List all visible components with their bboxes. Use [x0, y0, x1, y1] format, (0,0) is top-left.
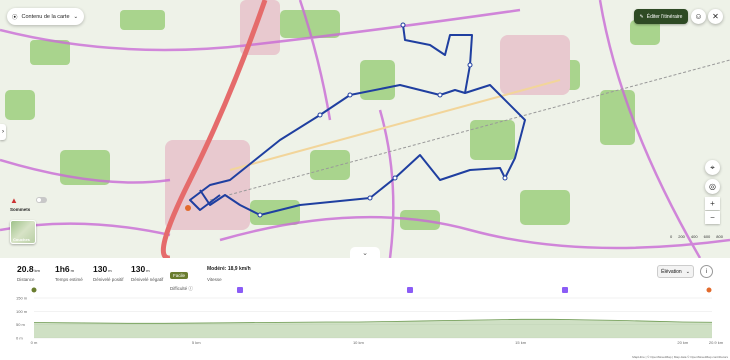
- peaks-toggle-group: ▲ Sommets: [10, 196, 52, 212]
- elevation-dropdown[interactable]: Élévation ⌄: [657, 265, 694, 278]
- end-marker-icon: [706, 287, 712, 293]
- map-canvas: [0, 0, 730, 258]
- stat-time: 1h6m Temps estimé: [55, 264, 83, 282]
- time-label: Temps estimé: [55, 277, 83, 282]
- x-tick-label: 10 km: [353, 340, 365, 345]
- scale-bar: 0 200 400 600 800: [670, 234, 723, 239]
- mountain-icon: ▲: [10, 196, 18, 205]
- y-tick-label: 100 m: [16, 309, 28, 314]
- x-tick-label: 5 km: [192, 340, 201, 345]
- pencil-icon: ✎: [639, 13, 644, 20]
- user-icon[interactable]: ☺: [691, 9, 706, 24]
- start-marker-icon: [31, 287, 37, 293]
- layer-switcher-label: Couches: [13, 237, 30, 242]
- map-layers-icon: ⦿: [12, 14, 18, 21]
- edit-route-button[interactable]: ✎ Éditer l'itinéraire: [634, 9, 688, 24]
- time-value: 1h6: [55, 264, 70, 274]
- x-tick-label: 20.9 km: [709, 340, 724, 345]
- speed-label: Vitesse: [207, 277, 222, 282]
- zoom-out-button[interactable]: −: [705, 211, 720, 224]
- y-tick-label: 50 m: [16, 322, 26, 327]
- speed-value[interactable]: Modéré: 18,9 km/h: [207, 266, 251, 272]
- difficulty-badge: Facile: [170, 272, 189, 279]
- x-tick-label: 0 m: [31, 340, 38, 345]
- scale-tick: 800: [716, 234, 723, 239]
- scale-tick: 200: [678, 234, 685, 239]
- map-content-button[interactable]: ⦿ Contenu de la carte ⌄: [7, 8, 85, 25]
- info-icon[interactable]: i: [700, 265, 713, 278]
- stat-descent: 130m Dénivelé négatif: [131, 264, 163, 282]
- descent-label: Dénivelé négatif: [131, 277, 164, 282]
- peaks-label: Sommets: [10, 207, 31, 212]
- collapse-panel-button[interactable]: ⌄: [350, 247, 380, 258]
- edit-route-label: Éditer l'itinéraire: [646, 13, 683, 20]
- ascent-label: Dénivelé positif: [93, 277, 124, 282]
- stat-ascent: 130m Dénivelé positif: [93, 264, 124, 282]
- y-tick-label: 150 m: [16, 296, 28, 301]
- zoom-in-button[interactable]: +: [705, 197, 720, 210]
- locate-icon[interactable]: ◎: [705, 179, 720, 194]
- x-tick-label: 15 km: [515, 340, 527, 345]
- waypoint-marker-icon: [407, 287, 413, 293]
- map-view[interactable]: ⦿ Contenu de la carte ⌄ ✎ Éditer l'itiné…: [0, 0, 730, 258]
- scale-tick: 600: [703, 234, 711, 239]
- map-attribution[interactable]: MapLibre | © OpenStreetMap | Map data © …: [632, 355, 728, 359]
- descent-unit: m: [146, 268, 150, 273]
- y-tick-label: 0 m: [16, 336, 23, 341]
- distance-value: 20.8: [17, 264, 34, 274]
- close-icon[interactable]: ✕: [708, 9, 723, 24]
- layer-switcher[interactable]: Couches: [10, 220, 36, 244]
- ascent-unit: m: [108, 268, 112, 273]
- scale-tick: 0: [670, 234, 673, 239]
- distance-unit: km: [34, 268, 40, 273]
- elevation-chart[interactable]: 150 m 100 m 50 m 0 m 0 m 5 km 10 km 15 km 20 km 2…: [0, 284, 730, 346]
- chevron-down-icon: ⌄: [73, 13, 79, 20]
- compass-icon[interactable]: ⌖: [705, 160, 720, 175]
- map-content-label: Contenu de la carte: [21, 13, 70, 20]
- stat-speed: Modéré: 18,9 km/h Vitesse: [207, 266, 251, 282]
- peaks-toggle[interactable]: [36, 197, 47, 203]
- stat-distance: 20.8km Distance: [17, 264, 40, 282]
- elevation-label: Élévation: [661, 268, 682, 275]
- sidebar-toggle[interactable]: ›: [0, 124, 6, 140]
- chevron-down-icon: ⌄: [362, 249, 368, 257]
- scale-tick: 400: [690, 234, 698, 239]
- time-unit: m: [70, 268, 74, 273]
- descent-value: 130: [131, 264, 146, 274]
- waypoint-marker-icon: [562, 287, 568, 293]
- waypoint-marker-icon: [237, 287, 243, 293]
- x-tick-label: 20 km: [677, 340, 689, 345]
- ascent-value: 130: [93, 264, 108, 274]
- chevron-down-icon: ⌄: [685, 268, 690, 275]
- distance-label: Distance: [17, 277, 35, 282]
